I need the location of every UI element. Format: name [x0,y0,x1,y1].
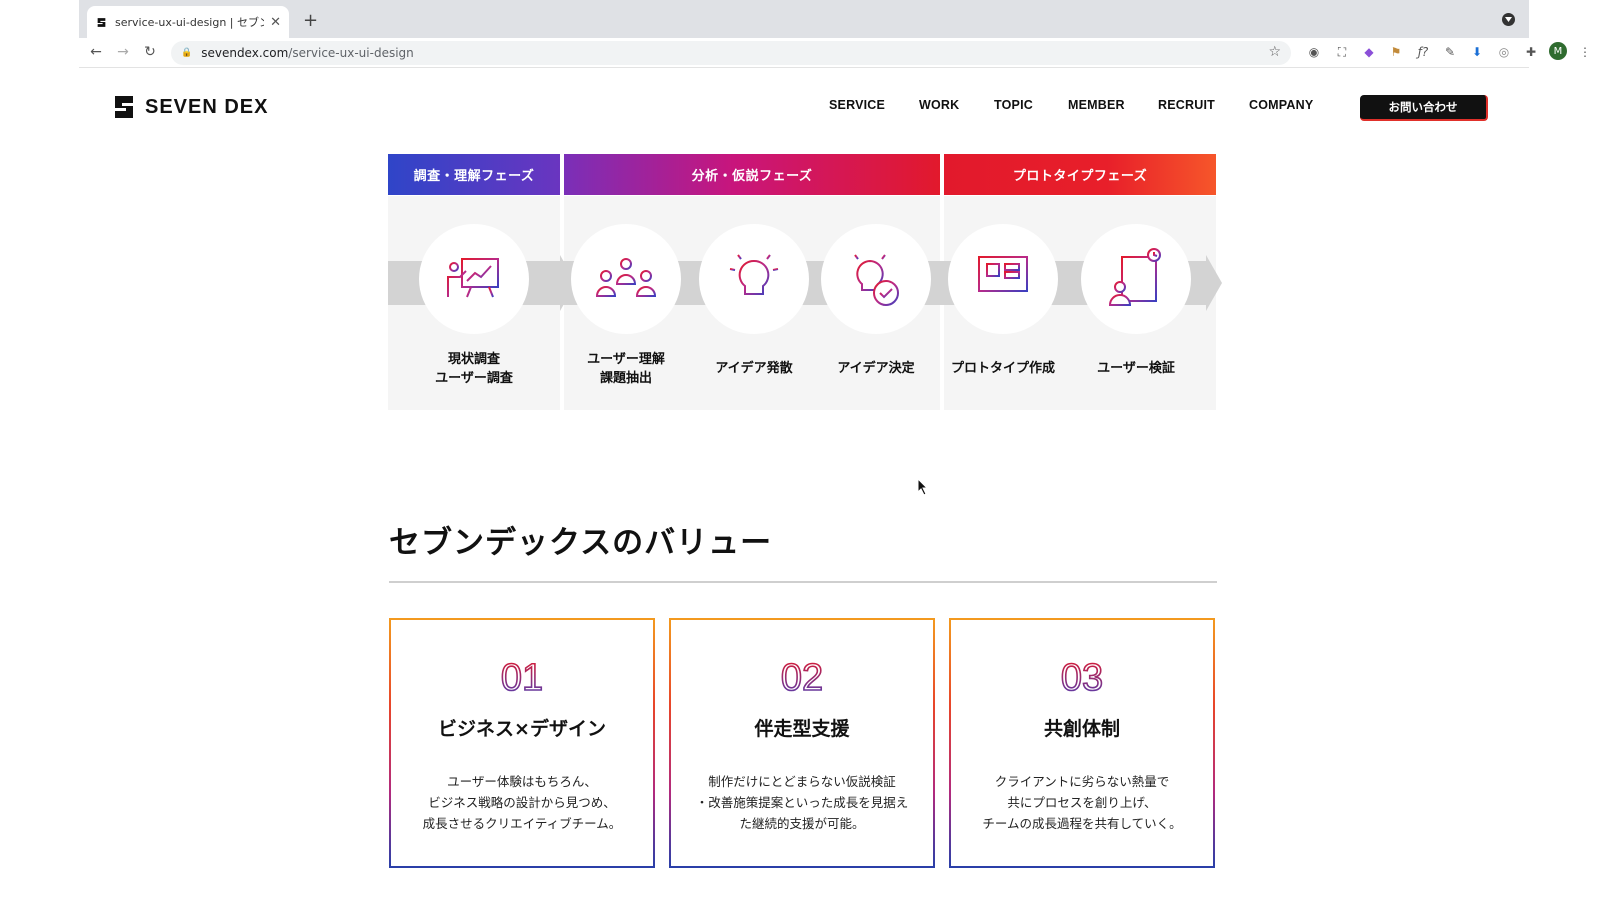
value-card-number: 02 [671,652,933,700]
value-card-line: クライアントに劣らない熱量で [994,774,1170,789]
value-card-line: 成長させるクリエイティブチーム。 [422,816,622,831]
step-label-line: アイデア決定 [837,361,915,376]
step-label-line: ユーザー検証 [1097,361,1175,376]
monitor-wireframe-icon [978,256,1028,301]
browser-toolbar: ← → ↻ 🔒 sevendex.com/service-ux-ui-desig… [79,38,1591,68]
mouse-cursor-icon [917,478,929,496]
browser-tab[interactable]: service-ux-ui-design | セブンデ ✕ [87,6,289,38]
users-group-icon [595,258,657,297]
phase-diagram: 調査・理解フェーズ 分析・仮説フェーズ プロトタイプフェーズ 現状調査 ユーザー… [388,154,1222,410]
step-circle-user-understanding [571,224,681,334]
forward-arrow-icon[interactable]: → [112,41,134,63]
url-path: /service-ux-ui-design [288,46,414,60]
bookmark-star-icon[interactable]: ☆ [1268,44,1281,60]
step-label-line: ユーザー調査 [435,371,513,386]
value-card-line: た継続的支援が可能。 [739,816,865,831]
new-tab-icon[interactable]: + [303,10,318,31]
step-circle-decision [821,224,931,334]
address-bar[interactable]: 🔒 sevendex.com/service-ux-ui-design ☆ [171,41,1291,65]
user-test-icon [1108,248,1161,306]
value-card-title: ビジネス×デザイン [438,718,606,740]
lightbulb-icon [729,249,779,305]
step-label-line: アイデア発散 [715,361,793,376]
value-card-line: ユーザー体験はもちろん、 [447,774,597,789]
value-card-line: チームの成長過程を共有していく。 [982,816,1182,831]
brush-extension-icon[interactable]: ⚑ [1387,43,1405,61]
back-arrow-icon[interactable]: ← [85,41,107,63]
screenshot-extension-icon[interactable]: ⛶ [1333,43,1351,61]
values-heading: セブンデックスのバリュー [389,525,773,561]
value-card-line: 共にプロセスを創り上げ、 [1007,795,1157,810]
value-card-number-text: 01 [501,657,543,698]
step-label-verification: ユーザー検証 [1066,359,1206,378]
value-card-text: 制作だけにとどまらない仮説検証 ・改善施策提案といった成長を見据え た継続的支援… [671,771,933,834]
browser-tab-strip: service-ux-ui-design | セブンデ ✕ + [79,0,1529,38]
value-card-2: 02 伴走型支援 制作だけにとどまらない仮説検証 ・改善施策提案といった成長を見… [669,618,935,868]
url-host: sevendex.com [201,46,289,60]
step-circle-verification [1081,224,1191,334]
tab-search-icon[interactable] [1502,13,1515,26]
download-extension-icon[interactable]: ⬇ [1468,43,1486,61]
nav-company[interactable]: COMPANY [1249,98,1313,112]
value-card-number-text: 03 [1061,657,1103,698]
circle-extension-icon[interactable]: ◎ [1495,43,1513,61]
step-label-decision: アイデア決定 [806,359,946,378]
value-card-number: 01 [391,652,653,700]
step-label-line: プロトタイプ作成 [950,361,1055,376]
step-circle-ideation [699,224,809,334]
eyedropper-extension-icon[interactable]: ✎ [1441,43,1459,61]
color-extension-icon[interactable]: ◆ [1360,43,1378,61]
tab-title: service-ux-ui-design | セブンデ [115,16,264,29]
step-circle-research [419,224,529,334]
arrow-tip-2 [1206,255,1222,311]
camera-extension-icon[interactable]: ◉ [1305,43,1323,61]
font-extension-icon[interactable]: ƒ? [1414,43,1432,61]
nav-member[interactable]: MEMBER [1068,98,1125,112]
value-card-line: ビジネス戦略の設計から見つめ、 [428,795,616,810]
contact-button[interactable]: お問い合わせ [1360,95,1488,121]
value-card-number: 03 [951,652,1213,700]
value-card-1: 01 ビジネス×デザイン ユーザー体験はもちろん、 ビジネス戦略の設計から見つめ… [389,618,655,868]
lightbulb-check-icon [854,249,899,306]
step-label-ideation: アイデア発散 [684,359,824,378]
step-label-line: 課題抽出 [599,371,652,386]
extensions-puzzle-icon[interactable]: ✚ [1522,43,1540,61]
browser-menu-icon[interactable]: ⋮ [1576,43,1594,61]
phase-header-prototype: プロトタイプフェーズ [944,154,1216,195]
profile-avatar[interactable]: M [1549,42,1567,60]
nav-recruit[interactable]: RECRUIT [1158,98,1215,112]
value-card-title: 共創体制 [1043,718,1120,740]
step-label-research: 現状調査 ユーザー調査 [404,350,544,388]
section-divider [389,581,1217,583]
phase-header-research: 調査・理解フェーズ [388,154,560,195]
lock-icon: 🔒 [181,48,193,58]
value-card-title: 伴走型支援 [754,718,850,740]
step-label-prototype: プロトタイプ作成 [933,359,1073,378]
value-card-number-text: 02 [781,657,823,698]
step-label-line: 現状調査 [447,352,500,367]
value-card-line: 制作だけにとどまらない仮説検証 [708,774,896,789]
step-label-line: ユーザー理解 [587,352,665,367]
value-card-line: ・改善施策提案といった成長を見据え [695,795,909,810]
value-card-3: 03 共創体制 クライアントに劣らない熱量で 共にプロセスを創り上げ、 チームの… [949,618,1215,868]
step-circle-prototype [948,224,1058,334]
nav-service[interactable]: SERVICE [829,98,885,112]
phase-header-analysis: 分析・仮説フェーズ [564,154,940,195]
close-tab-icon[interactable]: ✕ [270,15,281,30]
reload-icon[interactable]: ↻ [139,41,161,63]
nav-work[interactable]: WORK [919,98,959,112]
value-card-text: クライアントに劣らない熱量で 共にプロセスを創り上げ、 チームの成長過程を共有し… [951,771,1213,834]
value-card-text: ユーザー体験はもちろん、 ビジネス戦略の設計から見つめ、 成長させるクリエイティ… [391,771,653,834]
nav-topic[interactable]: TOPIC [994,98,1033,112]
site-favicon-icon [95,16,107,28]
step-label-user-understanding: ユーザー理解 課題抽出 [556,350,696,388]
presentation-chart-icon [447,258,500,298]
